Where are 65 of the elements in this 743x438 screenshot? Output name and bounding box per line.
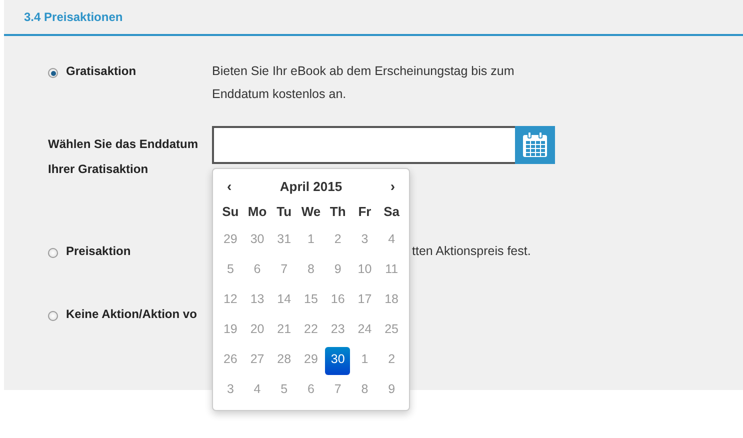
day-cell[interactable]: 28 <box>272 347 297 375</box>
day-cell[interactable]: 10 <box>352 257 378 285</box>
day-cell[interactable]: 12 <box>218 287 243 315</box>
radio-button[interactable] <box>48 311 58 321</box>
calendar-button[interactable] <box>515 126 555 164</box>
weekday-label: Mo <box>246 203 268 221</box>
day-cell[interactable]: 31 <box>272 227 297 255</box>
day-cell[interactable]: 25 <box>379 317 404 345</box>
day-cell[interactable]: 3 <box>352 227 378 255</box>
date-input[interactable] <box>212 126 515 164</box>
day-cell[interactable]: 30 <box>244 227 270 255</box>
day-cell[interactable]: 24 <box>352 317 378 345</box>
day-cell[interactable]: 14 <box>272 287 297 315</box>
day-cell[interactable]: 2 <box>379 347 404 375</box>
day-cell[interactable]: 19 <box>218 317 243 345</box>
calendar-icon <box>521 131 549 159</box>
option-label: Gratisaktion <box>66 64 138 80</box>
option-label: Keine Aktion/Aktion vo <box>66 307 197 321</box>
day-cell[interactable]: 18 <box>379 287 404 315</box>
section-title: 3.4 Preisaktionen <box>24 10 123 24</box>
day-cell[interactable]: 7 <box>325 377 350 405</box>
day-cell[interactable]: 1 <box>298 227 324 255</box>
day-cell[interactable]: 5 <box>272 377 297 405</box>
day-cell[interactable]: 9 <box>325 257 350 285</box>
day-cell[interactable]: 4 <box>379 227 404 255</box>
option-label: Preisaktion <box>66 244 132 260</box>
day-cell[interactable]: 9 <box>379 377 404 405</box>
day-cell[interactable]: 8 <box>352 377 378 405</box>
day-cell[interactable]: 6 <box>244 257 270 285</box>
day-cell[interactable]: 17 <box>352 287 378 315</box>
weekday-label: Tu <box>276 203 293 221</box>
month-title: April 2015 <box>280 178 342 194</box>
date-label: Wählen Sie das Enddatum Ihrer Gratisaktion <box>48 136 200 178</box>
weekday-label: Su <box>221 203 240 221</box>
day-cell[interactable]: 3 <box>218 377 243 405</box>
day-cell[interactable]: 29 <box>298 347 324 375</box>
day-cell[interactable]: 26 <box>218 347 243 375</box>
day-cell[interactable]: 4 <box>244 377 270 405</box>
option-description: tten Aktionspreis fest. <box>412 243 531 260</box>
day-cell[interactable]: 15 <box>298 287 324 315</box>
day-cell[interactable]: 27 <box>244 347 270 375</box>
day-cell[interactable]: 6 <box>298 377 324 405</box>
day-cell[interactable]: 11 <box>379 257 404 285</box>
day-cell[interactable]: 5 <box>218 257 243 285</box>
day-cell[interactable]: 2 <box>325 227 350 255</box>
day-cell[interactable]: 20 <box>244 317 270 345</box>
option-description: Bieten Sie Ihr eBook ab dem Erscheinungstag bis zum Enddatum kostenlos an. <box>212 63 516 103</box>
day-cell[interactable]: 29 <box>218 227 243 255</box>
day-cell[interactable]: 1 <box>352 347 378 375</box>
day-cell[interactable]: 21 <box>272 317 297 345</box>
weekday-label: We <box>300 203 322 221</box>
day-cell[interactable]: 16 <box>325 287 350 315</box>
weekday-label: Sa <box>382 203 401 221</box>
day-cell[interactable]: 7 <box>272 257 297 285</box>
weekday-label: Fr <box>357 203 372 221</box>
radio-button[interactable] <box>48 248 58 258</box>
day-cell[interactable]: 8 <box>298 257 324 285</box>
radio-button[interactable] <box>48 68 58 78</box>
day-cell[interactable]: 13 <box>244 287 270 315</box>
next-month-button[interactable]: › <box>380 178 405 194</box>
prev-month-button[interactable]: ‹ <box>217 178 242 194</box>
day-cell[interactable]: 30 <box>325 347 350 375</box>
day-cell[interactable]: 23 <box>325 317 350 345</box>
weekday-label: Th <box>328 203 347 221</box>
day-cell[interactable]: 22 <box>298 317 324 345</box>
